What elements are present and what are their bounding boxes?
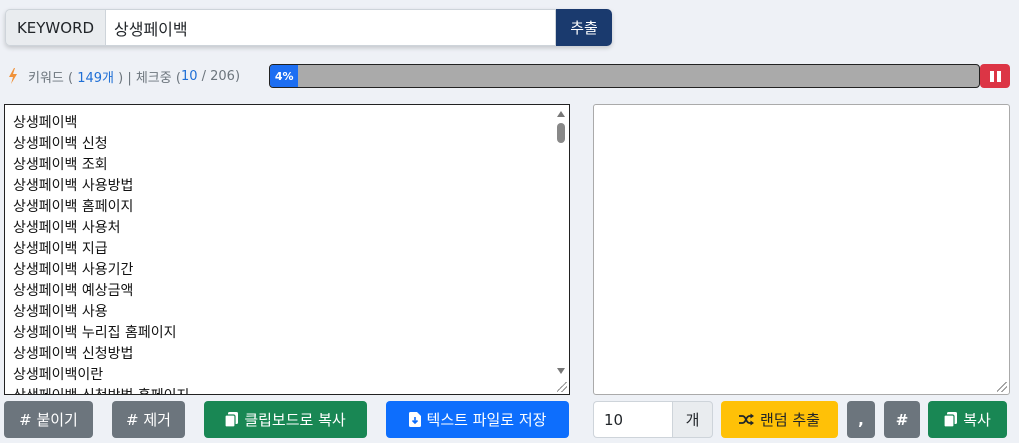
shuffle-icon (739, 413, 755, 426)
comma-button[interactable]: , (847, 401, 875, 438)
copy-output-label: 복사 (963, 411, 991, 429)
save-text-file-button[interactable]: 텍스트 파일로 저장 (386, 401, 569, 438)
status-text: 키워드 ( 149개 ) | 체크중 ( 10 / 206 ) (8, 64, 240, 88)
copy-output-button[interactable]: 복사 (928, 401, 1007, 438)
random-extract-button[interactable]: 랜덤 추출 (721, 401, 838, 438)
keyword-input[interactable] (105, 9, 556, 46)
file-download-icon (408, 412, 421, 427)
copy-clipboard-label: 클립보드로 복사 (244, 411, 346, 429)
keyword-list-item: 상생페이백 사용방법 (13, 178, 134, 194)
scroll-thumb[interactable] (557, 123, 565, 143)
keyword-list-item: 상생페이백 누리집 홈페이지 (13, 325, 177, 341)
keyword-count-label: 키워드 ( (28, 70, 78, 86)
keyword-list-item: 상생페이백 신청방법 (13, 346, 134, 362)
lightning-icon (9, 68, 17, 84)
keyword-search-group: KEYWORD 추출 (5, 9, 612, 46)
scroll-up-icon[interactable] (557, 111, 565, 117)
keyword-list-item: 상생페이백 예상금액 (13, 283, 134, 299)
resize-handle-icon[interactable] (997, 382, 1007, 392)
random-extract-label: 랜덤 추출 (760, 411, 820, 429)
paste-hash-button[interactable]: # 붙이기 (4, 401, 93, 438)
keyword-list: 상생페이백상생페이백 신청상생페이백 조회상생페이백 사용방법상생페이백 홈페이… (5, 105, 569, 394)
keyword-list-item: 상생페이백 신청 (13, 136, 108, 152)
remove-hash-button[interactable]: # 제거 (112, 401, 185, 438)
keyword-list-item: 상생페이백이란 (13, 367, 104, 383)
scrollbar[interactable] (552, 105, 569, 394)
copy-icon (225, 412, 239, 427)
keyword-list-item: 상생페이백 지급 (13, 241, 108, 257)
progress-fill: 4% (270, 65, 299, 87)
keyword-list-item: 상생페이백 사용처 (13, 220, 121, 236)
keyword-list-item: 상생페이백 홈페이지 (13, 199, 134, 215)
checking-label: ) | 체크중 ( (114, 70, 181, 86)
pause-button[interactable] (980, 64, 1010, 88)
copy-icon (944, 412, 958, 427)
output-textarea[interactable] (593, 104, 1010, 395)
random-count-input[interactable] (593, 401, 672, 438)
hash-button[interactable]: # (884, 401, 920, 438)
keyword-list-item: 상생페이백 사용기간 (13, 262, 134, 278)
count-unit-label: 개 (672, 401, 713, 438)
keyword-label: KEYWORD (5, 9, 105, 46)
progress-bar: 4% (269, 64, 980, 88)
keyword-list-item: 상생페이백 조회 (13, 157, 108, 173)
keyword-list-item: 상생페이백 사용 (13, 304, 108, 320)
count-separator: / (197, 68, 211, 84)
resize-handle-icon[interactable] (557, 382, 567, 392)
scroll-down-icon[interactable] (557, 368, 565, 374)
save-text-file-label: 텍스트 파일로 저장 (426, 411, 547, 429)
keyword-list-textarea[interactable]: 상생페이백상생페이백 신청상생페이백 조회상생페이백 사용방법상생페이백 홈페이… (4, 104, 570, 395)
keyword-list-item: 상생페이백 (13, 115, 78, 131)
keyword-list-item: 상생페이백 신청방법 홈페이지 (13, 386, 569, 394)
checking-end: ) (234, 68, 241, 84)
copy-clipboard-button[interactable]: 클립보드로 복사 (204, 401, 367, 438)
extract-button[interactable]: 추출 (556, 9, 612, 46)
checked-count: 10 (180, 68, 198, 84)
pause-icon (989, 70, 994, 82)
total-count: 206 (210, 68, 235, 84)
keyword-count: 149개 (77, 70, 114, 86)
